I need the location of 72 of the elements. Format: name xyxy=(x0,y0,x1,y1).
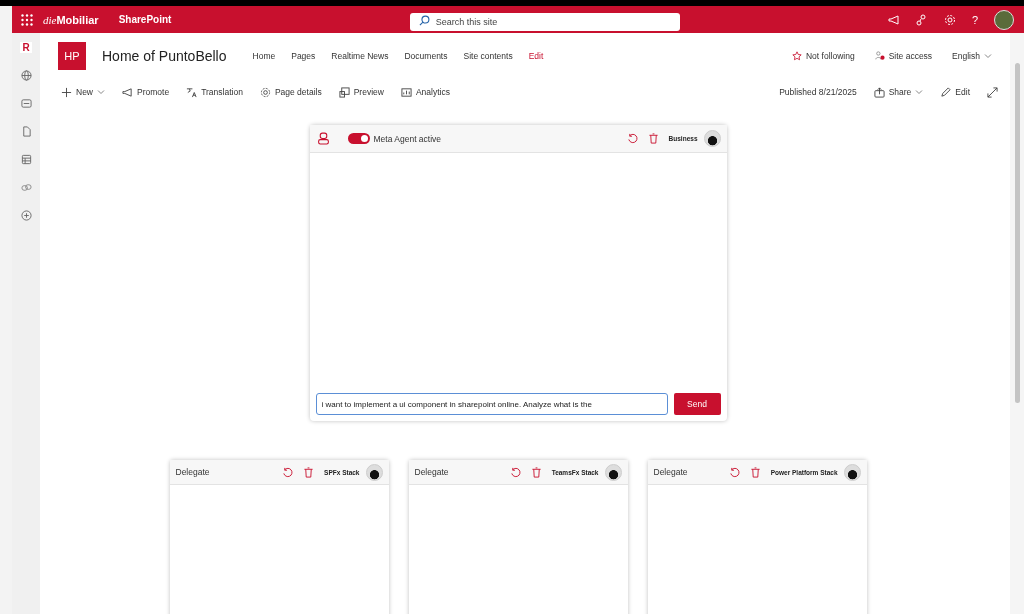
star-icon xyxy=(791,51,802,61)
message-input[interactable]: i want to implement a ui component in sharepoint online. Analyze what is the xyxy=(315,393,668,415)
command-button[interactable]: Preview xyxy=(338,86,384,98)
trash-icon[interactable] xyxy=(647,133,659,144)
app-launcher-icon[interactable] xyxy=(21,13,33,26)
share-icon xyxy=(873,86,885,98)
undo-icon[interactable] xyxy=(509,466,521,478)
nav-link[interactable]: Site contents xyxy=(463,51,513,61)
trash-icon[interactable] xyxy=(749,466,761,478)
link-icon[interactable] xyxy=(20,182,32,193)
command-button[interactable]: Promote xyxy=(122,86,170,98)
card-title: Delegate xyxy=(175,467,210,477)
avatar xyxy=(604,463,622,481)
trash-icon[interactable] xyxy=(530,466,542,478)
plus-icon xyxy=(61,86,72,98)
chart-icon xyxy=(400,86,412,98)
undo-icon[interactable] xyxy=(728,466,740,478)
site-logo[interactable]: R xyxy=(20,42,32,53)
robot-icon xyxy=(316,132,330,145)
brand-logo[interactable]: dieMobiliar xyxy=(43,13,99,26)
nav-link[interactable]: Documents xyxy=(404,51,448,61)
site-logo-tile[interactable]: HP xyxy=(58,42,86,70)
send-button[interactable]: Send xyxy=(673,393,721,415)
pencil-icon xyxy=(940,86,952,98)
nav-link[interactable]: Realtime News xyxy=(331,51,389,61)
help-button[interactable]: ? xyxy=(971,13,978,26)
language-dropdown[interactable]: English xyxy=(952,51,980,61)
edit-button[interactable]: Edit xyxy=(955,87,970,97)
card-title: Delegate xyxy=(414,467,449,477)
news-card-icon[interactable] xyxy=(20,98,32,109)
people-icon xyxy=(874,51,885,61)
published-date: Published 8/21/2025 xyxy=(779,87,857,97)
megaphone-icon xyxy=(122,86,133,98)
settings-icon[interactable] xyxy=(943,13,956,26)
globe-icon[interactable] xyxy=(20,70,32,81)
preview-icon xyxy=(338,86,350,98)
search-field[interactable]: Search this site xyxy=(409,12,680,31)
app-name[interactable]: SharePoint xyxy=(118,14,172,25)
chevron-down-icon xyxy=(915,89,924,95)
expand-icon[interactable] xyxy=(987,86,998,98)
avatar xyxy=(365,463,383,481)
chevron-down-icon xyxy=(97,89,105,95)
nav-link[interactable]: Home xyxy=(252,51,276,61)
undo-icon[interactable] xyxy=(626,133,638,144)
command-button[interactable]: Page details xyxy=(259,86,322,98)
document-icon[interactable] xyxy=(20,126,32,137)
site-title[interactable]: Home of PuntoBello xyxy=(102,48,227,64)
trash-icon[interactable] xyxy=(303,466,315,478)
share-nodes-icon[interactable] xyxy=(915,13,928,26)
chevron-down-icon xyxy=(984,53,992,59)
avatar xyxy=(843,463,861,481)
search-icon xyxy=(418,14,430,26)
command-button[interactable]: Translation xyxy=(186,86,243,98)
settings-icon xyxy=(259,86,271,98)
add-icon[interactable] xyxy=(20,210,32,221)
nav-link[interactable]: Pages xyxy=(291,51,316,61)
avatar[interactable] xyxy=(994,9,1014,30)
command-button[interactable]: Analytics xyxy=(400,86,450,98)
avatar xyxy=(703,130,721,147)
megaphone-icon[interactable] xyxy=(887,13,900,26)
command-button[interactable]: New xyxy=(61,86,105,98)
toggle-label: Meta Agent active xyxy=(373,133,442,144)
table-icon[interactable] xyxy=(20,154,32,165)
scrollbar-thumb[interactable] xyxy=(1014,63,1020,403)
nav-link[interactable]: Edit xyxy=(528,51,544,61)
share-button[interactable]: Share xyxy=(888,87,912,97)
follow-link[interactable]: Not following xyxy=(805,51,855,61)
site-access-link[interactable]: Site access xyxy=(888,51,933,61)
undo-icon[interactable] xyxy=(282,466,294,478)
toggle-switch[interactable] xyxy=(347,133,370,144)
card-title: Delegate xyxy=(653,467,688,477)
translate-icon xyxy=(186,86,198,98)
